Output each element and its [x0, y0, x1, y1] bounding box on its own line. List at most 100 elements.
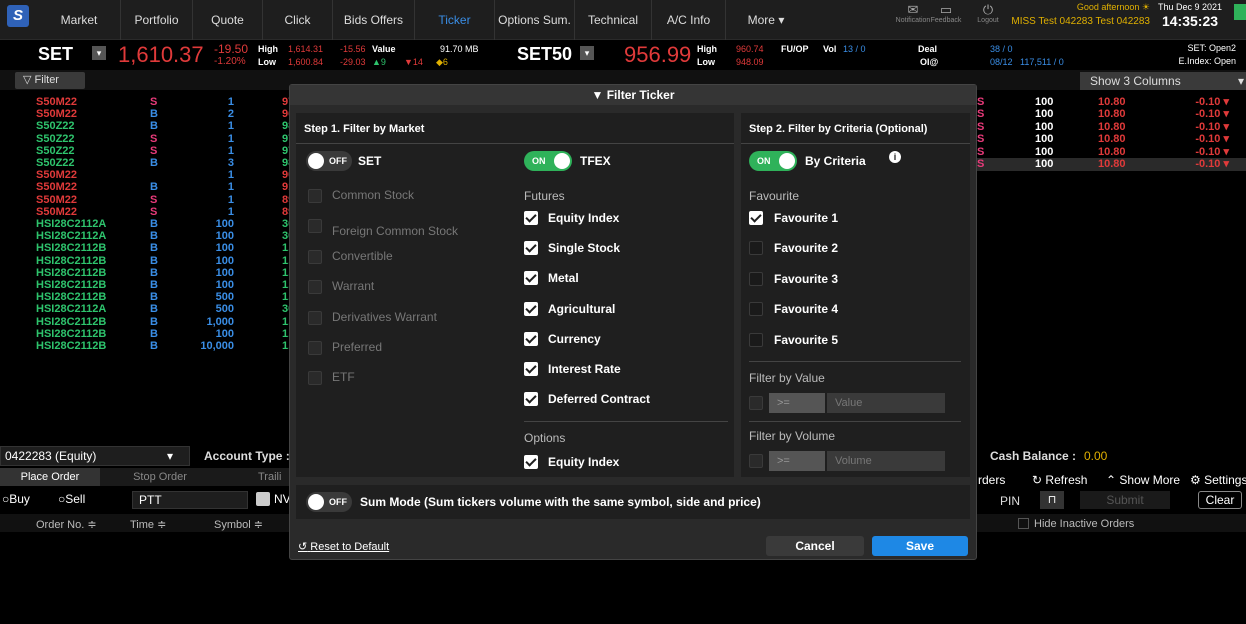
col-time[interactable]: Time ≑ — [130, 518, 166, 531]
set-item-checkbox[interactable] — [308, 219, 322, 234]
ticker-row[interactable]: HSI28C2112B B 1,000 1. — [0, 316, 300, 328]
sell-radio[interactable]: ○Sell — [58, 492, 85, 506]
tab-technical[interactable]: Technical — [575, 0, 652, 40]
tab-market[interactable]: Market — [38, 0, 121, 40]
account-select[interactable]: 0422283 (Equity) ▾ — [0, 446, 190, 466]
clear-button[interactable]: Clear — [1198, 491, 1242, 509]
tab-ac-info[interactable]: A/C Info — [652, 0, 726, 40]
show-more-button[interactable]: ⌃ Show More — [1106, 473, 1180, 487]
ticker-row[interactable]: S 100 10.80 -0.10 ▾ — [975, 158, 1246, 171]
set-item-checkbox[interactable] — [308, 341, 322, 355]
futures-item-checkbox[interactable] — [524, 211, 538, 225]
sum-mode-toggle[interactable]: OFF — [306, 492, 352, 512]
ticker-row[interactable]: HSI28C2112B B 100 1. — [0, 255, 300, 267]
criteria-toggle[interactable]: ON — [749, 151, 797, 171]
reset-default-link[interactable]: ↺ Reset to Default — [298, 540, 389, 553]
futures-item-checkbox[interactable] — [524, 362, 538, 376]
set-toggle[interactable]: OFF — [306, 151, 352, 171]
volume-operator[interactable]: >= — [769, 451, 825, 471]
ticker-row[interactable]: HSI28C2112B B 100 1. — [0, 267, 300, 279]
filter-button[interactable]: ▽ Filter — [15, 72, 85, 89]
value-checkbox[interactable] — [749, 396, 763, 410]
tab-ticker[interactable]: Ticker — [415, 0, 495, 40]
up-count: ▲9 — [372, 57, 386, 67]
ticker-row[interactable]: S50M22S1970 — [0, 96, 300, 108]
tab-place-order[interactable]: Place Order — [0, 468, 100, 486]
ticker-row[interactable]: S50Z22S1974 — [0, 145, 300, 157]
ticker-price: 10.80 — [1098, 133, 1126, 146]
info-icon[interactable]: i — [889, 151, 901, 163]
feedback-button[interactable]: ▭ Feedback — [926, 3, 966, 26]
lock-icon[interactable]: ⊓ — [1040, 491, 1064, 509]
orders-label[interactable]: rders — [978, 473, 1005, 487]
tab-quote[interactable]: Quote — [193, 0, 263, 40]
ticker-symbol: S50M22 — [36, 193, 77, 206]
value-operator[interactable]: >= — [769, 393, 825, 413]
value-input[interactable]: Value — [827, 393, 945, 413]
ticker-row[interactable]: HSI28C2112AB50030. — [0, 303, 300, 315]
ticker-row[interactable]: S50Z22S1975 — [0, 133, 300, 145]
logout-button[interactable]: ⏻ Logout — [974, 3, 1002, 26]
ticker-row[interactable]: HSI28C2112B B 100 1. — [0, 242, 300, 254]
ticker-row[interactable]: S50M22S1899 — [0, 206, 300, 218]
futures-item-checkbox[interactable] — [524, 331, 538, 346]
tab-trailing[interactable]: Traili — [258, 468, 281, 486]
high2-value: 960.74 — [736, 44, 764, 54]
ticker-row[interactable]: S 100 10.80 -0.10 ▾ — [975, 121, 1246, 134]
ticker-row[interactable]: S50Z22B3982 — [0, 157, 300, 169]
tab-options-sum[interactable]: Options Sum. — [495, 0, 575, 40]
ticker-row[interactable]: S50M22B1910 — [0, 181, 300, 193]
volume-checkbox[interactable] — [749, 454, 763, 468]
favourite-checkbox[interactable] — [749, 241, 763, 256]
index2-dropdown[interactable]: ▾ — [580, 46, 594, 60]
symbol-input[interactable]: PTT — [132, 491, 248, 509]
futures-item-checkbox[interactable] — [524, 241, 538, 256]
settings-button[interactable]: ⚙ Settings — [1190, 473, 1246, 487]
ticker-row[interactable]: HSI28C2112AB10030. — [0, 230, 300, 242]
futures-item-checkbox[interactable] — [524, 301, 538, 316]
ticker-row[interactable]: HSI28C2112B B 500 1. — [0, 291, 300, 303]
favourite-checkbox[interactable] — [749, 302, 763, 317]
ticker-row[interactable]: HSI28C2112AB10030. — [0, 218, 300, 230]
favourite-checkbox[interactable] — [749, 211, 763, 225]
futures-item-checkbox[interactable] — [524, 271, 538, 286]
ticker-row[interactable]: S50M22S1899 — [0, 194, 300, 206]
ticker-row[interactable]: HSI28C2112B B 100 1. — [0, 328, 300, 340]
buy-radio[interactable]: ○Buy — [2, 492, 30, 506]
ticker-row[interactable]: S 100 10.80 -0.10 ▾ — [975, 108, 1246, 121]
col-symbol[interactable]: Symbol ≑ — [214, 518, 263, 531]
set-item-checkbox[interactable] — [308, 280, 322, 295]
index-dropdown[interactable]: ▾ — [92, 46, 106, 60]
futures-item-checkbox[interactable] — [524, 392, 538, 407]
cancel-button[interactable]: Cancel — [766, 536, 864, 556]
show-columns-select[interactable]: Show 3 Columns ▾ — [1080, 72, 1246, 90]
hide-inactive-checkbox[interactable] — [1018, 518, 1029, 529]
tab-more[interactable]: More ▾ — [726, 0, 806, 40]
options-item-checkbox[interactable] — [524, 455, 538, 469]
set-item-checkbox[interactable] — [308, 249, 322, 264]
tab-portfolio[interactable]: Portfolio — [121, 0, 193, 40]
tab-bids-offers[interactable]: Bids Offers — [333, 0, 415, 40]
tab-stop-order[interactable]: Stop Order — [110, 468, 210, 486]
volume-input[interactable]: Volume — [827, 451, 945, 471]
submit-button[interactable]: Submit — [1080, 491, 1170, 509]
ticker-row[interactable]: S 100 10.80 -0.10 ▾ — [975, 146, 1246, 159]
tfex-toggle[interactable]: ON — [524, 151, 572, 171]
save-button[interactable]: Save — [872, 536, 968, 556]
favourite-checkbox[interactable] — [749, 271, 763, 286]
nvdr-checkbox[interactable] — [256, 492, 270, 506]
refresh-button[interactable]: ↻ Refresh — [1032, 473, 1087, 487]
set-item-checkbox[interactable] — [308, 310, 322, 325]
ticker-row[interactable]: HSI28C2112B B 10,000 1. — [0, 340, 300, 352]
set-item-checkbox[interactable] — [308, 371, 322, 386]
ticker-row[interactable]: S50M221900 — [0, 169, 300, 181]
ticker-row[interactable]: S 100 10.80 -0.10 ▾ — [975, 96, 1246, 109]
ticker-row[interactable]: S50Z22B1980 — [0, 120, 300, 132]
col-order-no[interactable]: Order No. ≑ — [36, 518, 97, 531]
favourite-checkbox[interactable] — [749, 332, 763, 347]
ticker-row[interactable]: S50M22B2960 — [0, 108, 300, 120]
ticker-row[interactable]: HSI28C2112B B 100 1. — [0, 279, 300, 291]
tab-click[interactable]: Click — [263, 0, 333, 40]
ticker-row[interactable]: S 100 10.80 -0.10 ▾ — [975, 133, 1246, 146]
set-item-checkbox[interactable] — [308, 189, 322, 203]
